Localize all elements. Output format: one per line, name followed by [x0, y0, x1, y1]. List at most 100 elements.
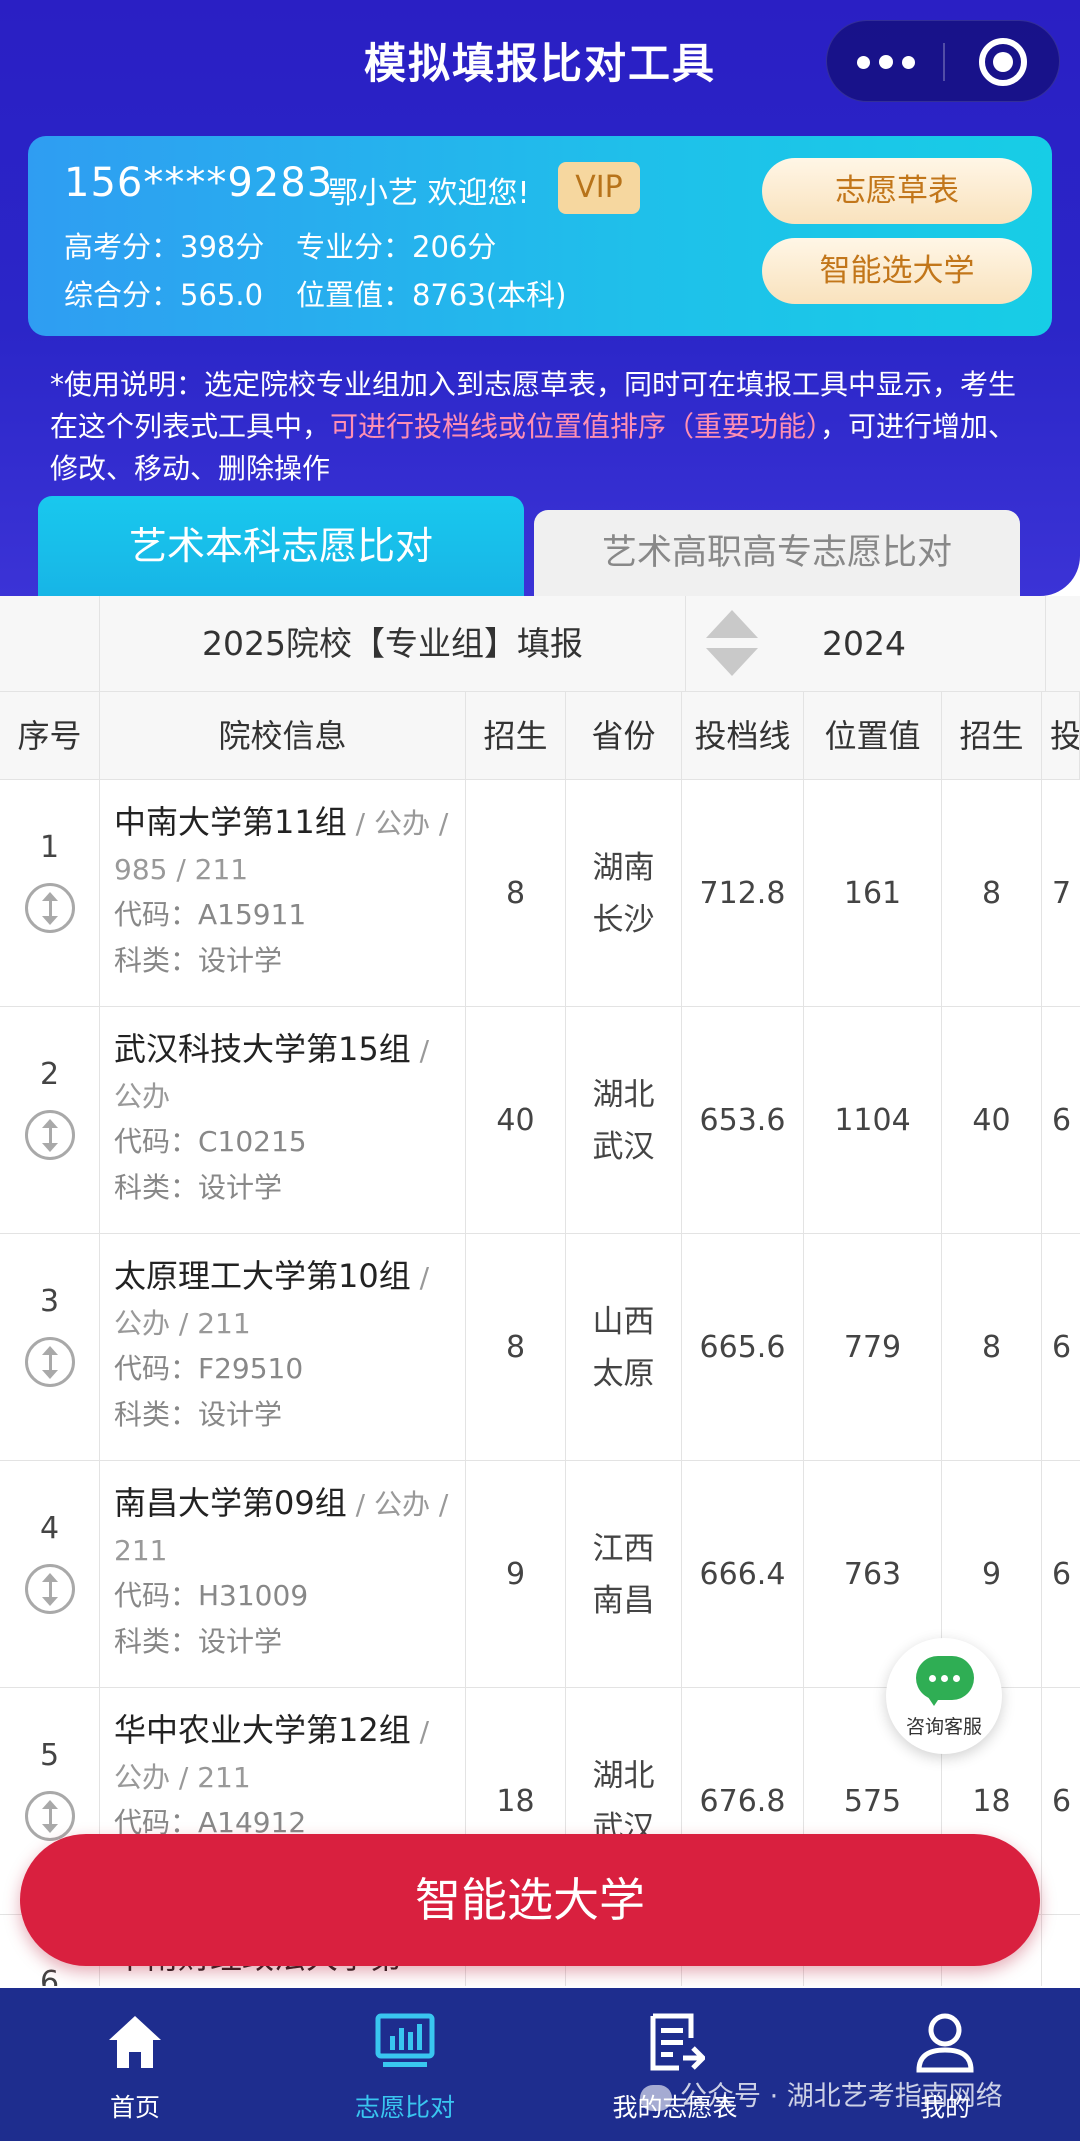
row-seq-number: 6 [39, 1965, 60, 1986]
move-row-icon[interactable] [24, 1110, 75, 1160]
school-subject: 科类：设计学 [114, 1398, 283, 1431]
col-header-enroll: 招生 [466, 692, 566, 780]
cell-seq: 3 [0, 1234, 100, 1461]
close-miniprogram-icon[interactable] [979, 38, 1027, 86]
major-score: 专业分：206分 [296, 230, 497, 264]
cell-enroll: 40 [466, 1007, 566, 1234]
nav-item-my-form[interactable]: 我的志愿表 [540, 1988, 810, 2141]
move-row-icon[interactable] [24, 1791, 75, 1841]
cell-cutoff-2024: 6 [1052, 1784, 1072, 1819]
composite-score: 综合分：565.0 [64, 278, 264, 312]
school-name: 武汉科技大学第15组 [114, 1030, 411, 1068]
cell-province: 江西 南昌 [566, 1461, 682, 1688]
row-seq-number: 3 [39, 1284, 60, 1319]
city-name: 长沙 [592, 901, 655, 938]
cell-cutoff-2024 [1042, 1915, 1080, 1986]
more-menu-icon[interactable] [857, 48, 927, 76]
cell-school-info[interactable]: 南昌大学第09组 / 公办 / 211 代码：H31009 科类：设计学 [100, 1461, 466, 1688]
table-row[interactable]: 1 中南大学第11组 / 公办 / 985 / 211 代码：A15911 科类：设计… [0, 780, 1080, 1007]
school-name: 太原理工大学第10组 [114, 1257, 411, 1295]
city-name: 南昌 [592, 1582, 655, 1619]
cell-enroll-2024: 8 [942, 1234, 1042, 1461]
school-code: 代码：A15911 [114, 898, 307, 931]
school-code: 代码：H31009 [114, 1579, 309, 1612]
col-header-province: 省份 [566, 692, 682, 780]
form-list-icon [650, 2013, 705, 2071]
cell-school-info[interactable]: 太原理工大学第10组 / 公办 / 211 代码：F29510 科类：设计学 [100, 1234, 466, 1461]
school-code: 代码：F29510 [114, 1352, 304, 1385]
capsule-divider [943, 43, 945, 81]
province-name: 湖北 [592, 1757, 655, 1794]
cell-cutoff-line: 712.8 [682, 780, 804, 1007]
user-icon [916, 2013, 974, 2073]
usage-notice: *使用说明：选定院校专业组加入到志愿草表，同时可在填报工具中显示，考生在这个列表… [50, 364, 1040, 490]
chat-bubble-tail [926, 1694, 942, 1706]
cell-position-value: 779 [804, 1234, 942, 1461]
cell-enroll: 8 [466, 1234, 566, 1461]
watermark-text: 公众号 · 湖北艺考指南网络 [680, 2081, 1003, 2112]
cell-province: 山西 太原 [566, 1234, 682, 1461]
nav-item-compare[interactable]: 志愿比对 [270, 1988, 540, 2141]
province-name: 湖南 [592, 849, 655, 886]
school-subject: 科类：设计学 [114, 944, 283, 977]
school-name: 华中农业大学第12组 [114, 1711, 411, 1749]
cell-enroll: 9 [466, 1461, 566, 1688]
draft-table-button[interactable]: 志愿草表 [762, 158, 1032, 224]
cell-seq: 2 [0, 1007, 100, 1234]
cell-province: 湖北 武汉 [566, 1007, 682, 1234]
cell-seq: 4 [0, 1461, 100, 1688]
cell-enroll-2024: 40 [942, 1007, 1042, 1234]
province-name: 山西 [592, 1303, 655, 1340]
smart-select-button[interactable]: 智能选大学 [762, 238, 1032, 304]
chart-board-icon [375, 2013, 435, 2067]
col-header-cutoff[interactable]: 投档线 [682, 692, 804, 780]
cell-seq: 1 [0, 780, 100, 1007]
tab-art-undergrad[interactable]: 艺术本科志愿比对 [38, 496, 524, 596]
row-seq-number: 4 [39, 1511, 60, 1546]
comparison-table: 2025院校【专业组】填报 2024 序号 院校信息 招生 省份 投档线 位置值… [0, 596, 1080, 1986]
move-row-icon[interactable] [24, 883, 75, 933]
customer-service-button[interactable]: 咨询客服 [886, 1638, 1002, 1754]
col-header-cutoff-2024: 投 [1042, 692, 1080, 780]
row-seq-number: 1 [39, 830, 60, 865]
cell-enroll: 8 [466, 780, 566, 1007]
move-row-icon[interactable] [24, 1337, 75, 1387]
bottom-nav: 首页 志愿比对 我的志愿表 我的 [0, 1988, 1080, 2141]
user-info-card: 156****9283 鄂小艺 欢迎您! VIP 高考分：398分 专业分：20… [28, 136, 1052, 336]
school-name: 南昌大学第09组 [114, 1484, 347, 1522]
nav-item-home[interactable]: 首页 [0, 1988, 270, 2141]
cell-cutoff-line: 666.4 [682, 1461, 804, 1688]
tab-art-vocational[interactable]: 艺术高职高专志愿比对 [534, 510, 1020, 596]
row-seq-number: 2 [39, 1057, 60, 1092]
cell-cutoff-2024: 6 [1052, 1557, 1072, 1592]
group-header-overflow [1046, 596, 1080, 692]
cell-province: 湖南 长沙 [566, 780, 682, 1007]
school-name: 中南大学第11组 [114, 803, 347, 841]
city-name: 太原 [592, 1355, 655, 1392]
customer-service-label: 咨询客服 [905, 1716, 982, 1738]
group-2024-label: 2024 [822, 624, 906, 663]
nav-item-me[interactable]: 我的 [810, 1988, 1080, 2141]
table-row[interactable]: 2 武汉科技大学第15组 / 公办 代码：C10215 科类：设计学 40 湖北 武汉 653… [0, 1007, 1080, 1234]
col-header-position[interactable]: 位置值 [804, 692, 942, 780]
province-name: 江西 [592, 1530, 655, 1567]
cell-cutoff-line: 653.6 [682, 1007, 804, 1234]
user-phone: 156****9283 [64, 160, 334, 206]
col-header-enroll-2024: 招生 [942, 692, 1042, 780]
year-sort-icon[interactable] [706, 610, 758, 678]
cell-school-info[interactable]: 武汉科技大学第15组 / 公办 代码：C10215 科类：设计学 [100, 1007, 466, 1234]
col-header-seq: 序号 [0, 692, 100, 780]
row-seq-number: 5 [39, 1738, 60, 1773]
table-row[interactable]: 3 太原理工大学第10组 / 公办 / 211 代码：F29510 科类：设计学 8 山西… [0, 1234, 1080, 1461]
cell-school-info[interactable]: 中南大学第11组 / 公办 / 985 / 211 代码：A15911 科类：设计学 [100, 780, 466, 1007]
cell-cutoff-line: 665.6 [682, 1234, 804, 1461]
chat-bubble-icon [916, 1656, 974, 1700]
group-header-blank [0, 596, 100, 692]
cell-position-value: 161 [804, 780, 942, 1007]
header-background: 模拟填报比对工具 156****9283 鄂小艺 欢迎您! VIP 高考分：39… [0, 0, 1080, 596]
school-subject: 科类：设计学 [114, 1625, 283, 1658]
province-name: 湖北 [592, 1076, 655, 1113]
smart-select-cta-button[interactable]: 智能选大学 [20, 1834, 1040, 1966]
cell-position-value: 1104 [804, 1007, 942, 1234]
move-row-icon[interactable] [24, 1564, 75, 1614]
